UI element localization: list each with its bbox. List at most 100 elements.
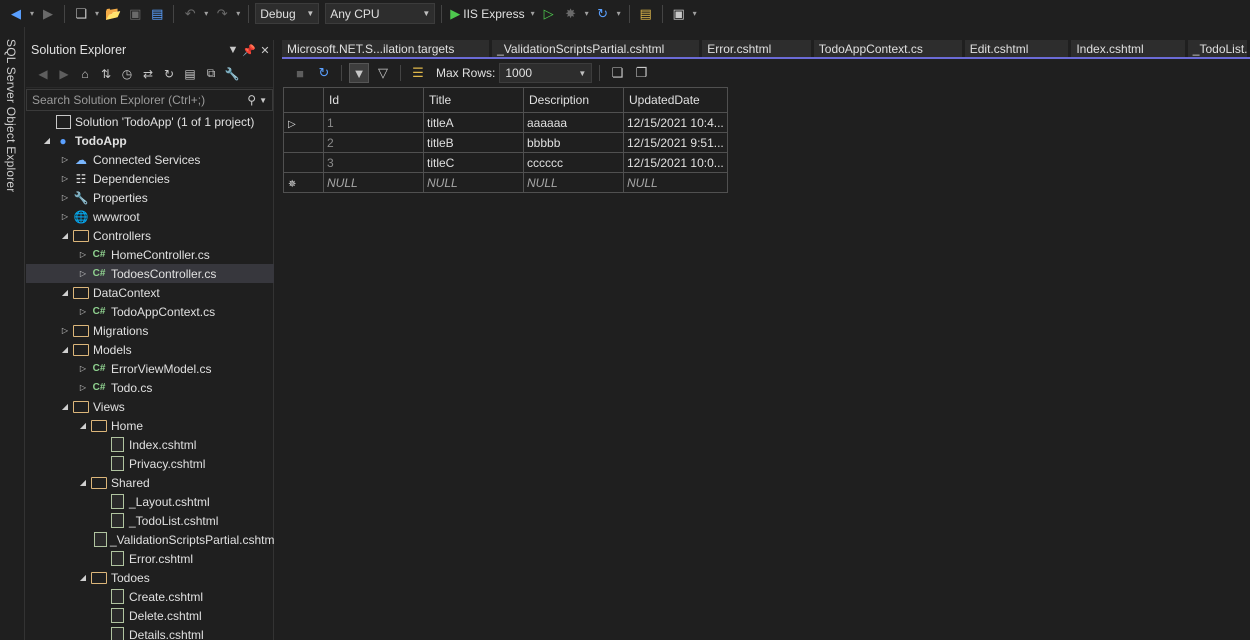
tree-item[interactable]: ▷ C# TodoesController.cs	[26, 264, 274, 283]
document-tab[interactable]: _TodoList.cshtml	[1187, 40, 1248, 57]
solution-explorer-search-input[interactable]: Search Solution Explorer (Ctrl+;) ⚲ ▼	[26, 89, 273, 111]
collapse-arrow-icon[interactable]: ◢	[58, 288, 72, 297]
tree-item[interactable]: ◢ DataContext	[26, 283, 274, 302]
row-header[interactable]: ▷	[283, 112, 324, 133]
start-debugging-button[interactable]: ▶ IIS Express	[448, 3, 526, 25]
sql-server-object-explorer-tab[interactable]: SQL Server Object Explorer	[4, 39, 18, 192]
undo-dropdown-icon[interactable]: ▾	[204, 9, 208, 18]
redo-dropdown-icon[interactable]: ▾	[236, 9, 240, 18]
open-file-icon[interactable]: 📂	[103, 3, 123, 25]
expand-arrow-icon[interactable]: ▷	[76, 364, 90, 373]
show-all-files-icon[interactable]: ⧉	[202, 65, 220, 83]
stop-icon[interactable]: ■	[290, 63, 310, 83]
back-icon[interactable]: ◀	[34, 65, 52, 83]
tree-item[interactable]: ◢ Controllers	[26, 226, 274, 245]
tree-item[interactable]: Error.cshtml	[26, 549, 274, 568]
tree-item[interactable]: ▷ C# Todo.cs	[26, 378, 274, 397]
tree-item[interactable]: ▷ C# TodoAppContext.cs	[26, 302, 274, 321]
cell-id[interactable]: 2	[323, 132, 424, 153]
cell-description[interactable]: aaaaaa	[523, 112, 624, 133]
tree-item[interactable]: ◢ Todoes	[26, 568, 274, 587]
document-tab[interactable]: Error.cshtml	[702, 40, 811, 57]
tree-item[interactable]: Delete.cshtml	[26, 606, 274, 625]
sync-with-active-document-icon[interactable]: ⇄	[139, 65, 157, 83]
tree-item[interactable]: Index.cshtml	[26, 435, 274, 454]
filter-icon[interactable]: ▽	[373, 63, 393, 83]
collapse-arrow-icon[interactable]: ◢	[40, 136, 54, 145]
cell-title[interactable]: titleC	[423, 152, 524, 173]
pending-changes-filter-icon[interactable]: ◷	[118, 65, 136, 83]
expand-arrow-icon[interactable]: ▷	[76, 307, 90, 316]
navigate-back-dropdown-icon[interactable]: ▾	[30, 9, 34, 18]
cell-description[interactable]: NULL	[523, 172, 624, 193]
collapse-arrow-icon[interactable]: ◢	[76, 478, 90, 487]
document-tab[interactable]: _ValidationScriptsPartial.cshtml	[492, 40, 700, 57]
tree-item[interactable]: Solution 'TodoApp' (1 of 1 project)	[26, 112, 274, 131]
tree-item[interactable]: Create.cshtml	[26, 587, 274, 606]
expand-arrow-icon[interactable]: ▷	[58, 155, 72, 164]
navigate-back-icon[interactable]: ◀	[6, 3, 26, 25]
start-without-debugging-icon[interactable]: ▷	[539, 3, 559, 25]
find-in-files-icon[interactable]: ▤	[636, 3, 656, 25]
browser-refresh-dropdown-icon[interactable]: ▾	[617, 9, 621, 18]
window-layout-icon[interactable]: ▣	[669, 3, 689, 25]
search-icon[interactable]: ⚲	[247, 93, 256, 107]
cell-updated-date[interactable]: 12/15/2021 9:51...	[623, 132, 728, 153]
column-header-updated-date[interactable]: UpdatedDate	[623, 87, 728, 113]
generate-script-icon[interactable]: ☰	[408, 63, 428, 83]
cell-updated-date[interactable]: NULL	[623, 172, 728, 193]
pin-icon[interactable]: 📌	[241, 44, 257, 57]
row-header[interactable]	[283, 132, 324, 153]
tree-item[interactable]: ▷ ☁ Connected Services	[26, 150, 274, 169]
tree-item[interactable]: ▷ C# ErrorViewModel.cs	[26, 359, 274, 378]
cell-title[interactable]: titleA	[423, 112, 524, 133]
navigate-forward-icon[interactable]: ▶	[38, 3, 58, 25]
hot-reload-dropdown-icon[interactable]: ▾	[585, 9, 589, 18]
window-position-icon[interactable]: ▼	[225, 44, 241, 56]
save-icon[interactable]: ▣	[125, 3, 145, 25]
tree-item[interactable]: _Layout.cshtml	[26, 492, 274, 511]
document-tab[interactable]: TodoAppContext.cs	[813, 40, 962, 57]
collapse-arrow-icon[interactable]: ◢	[58, 402, 72, 411]
apply-filter-icon[interactable]: ▼	[349, 63, 369, 83]
expand-arrow-icon[interactable]: ▷	[58, 326, 72, 335]
tree-item[interactable]: ◢ Home	[26, 416, 274, 435]
solution-platform-select[interactable]: Any CPU ▼	[325, 3, 436, 24]
tree-item[interactable]: ▷ C# HomeController.cs	[26, 245, 274, 264]
tree-item[interactable]: Details.cshtml	[26, 625, 274, 640]
expand-arrow-icon[interactable]: ▷	[76, 383, 90, 392]
cell-description[interactable]: bbbbb	[523, 132, 624, 153]
tree-item[interactable]: Privacy.cshtml	[26, 454, 274, 473]
undo-icon[interactable]: ↶	[180, 3, 200, 25]
close-icon[interactable]: ✕	[257, 44, 273, 57]
browser-refresh-icon[interactable]: ↻	[593, 3, 613, 25]
cell-updated-date[interactable]: 12/15/2021 10:4...	[623, 112, 728, 133]
column-header-description[interactable]: Description	[523, 87, 624, 113]
document-tab[interactable]: Index.cshtml	[1071, 40, 1185, 57]
document-tab[interactable]: Edit.cshtml	[964, 40, 1069, 57]
search-options-dropdown-icon[interactable]: ▼	[259, 96, 267, 105]
collapse-arrow-icon[interactable]: ◢	[76, 573, 90, 582]
script-to-file-icon[interactable]: ❏	[607, 63, 627, 83]
script-to-window-icon[interactable]: ❐	[631, 63, 651, 83]
cell-title[interactable]: titleB	[423, 132, 524, 153]
expand-arrow-icon[interactable]: ▷	[58, 193, 72, 202]
column-header-title[interactable]: Title	[423, 87, 524, 113]
tree-item[interactable]: ◢ Shared	[26, 473, 274, 492]
tree-item[interactable]: ◢ Models	[26, 340, 274, 359]
row-header[interactable]	[283, 152, 324, 173]
expand-arrow-icon[interactable]: ▷	[58, 212, 72, 221]
solution-configuration-select[interactable]: Debug ▼	[255, 3, 320, 24]
switch-views-icon[interactable]: ⇅	[97, 65, 115, 83]
home-icon[interactable]: ⌂	[76, 65, 94, 83]
tree-item[interactable]: ◢ ● TodoApp	[26, 131, 274, 150]
refresh-icon[interactable]: ↻	[160, 65, 178, 83]
row-header[interactable]: ✵	[283, 172, 324, 193]
collapse-arrow-icon[interactable]: ◢	[76, 421, 90, 430]
collapse-arrow-icon[interactable]: ◢	[58, 345, 72, 354]
cell-id[interactable]: 1	[323, 112, 424, 133]
max-rows-select[interactable]: 1000 ▼	[499, 63, 593, 83]
collapse-all-icon[interactable]: ▤	[181, 65, 199, 83]
properties-icon[interactable]: 🔧	[223, 65, 241, 83]
forward-icon[interactable]: ▶	[55, 65, 73, 83]
